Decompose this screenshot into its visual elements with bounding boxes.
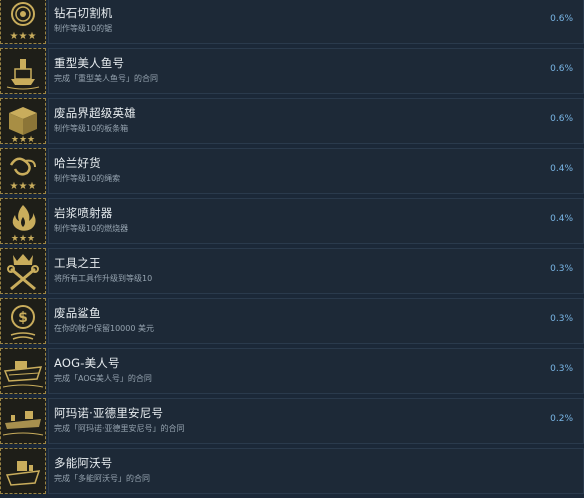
ship-icon [0, 348, 46, 394]
svg-text:★★★: ★★★ [11, 234, 35, 243]
achievement-description: 在你的帐户保留10000 美元 [54, 324, 154, 333]
achievement-info: 重型美人鱼号 完成「重型美人鱼号」的合同 0.6% [48, 48, 584, 94]
achievement-title: 岩浆喷射器 [54, 206, 113, 220]
achievement-row[interactable]: ★★★ 岩浆喷射器 制作等级10的燃烧器 0.4% [0, 198, 584, 244]
achievement-info: 废品界超级英雄 制作等级10的板条箱 0.6% [48, 98, 584, 144]
achievement-description: 完成「重型美人鱼号」的合同 [54, 74, 158, 83]
achievement-percent: 0.6% [550, 14, 573, 24]
achievement-description: 完成「AOG美人号」的合同 [54, 374, 152, 383]
achievement-title: 废品鲨鱼 [54, 306, 101, 320]
achievement-title: AOG-美人号 [54, 356, 120, 370]
achievement-row[interactable]: 多能阿沃号 完成「多能阿沃号」的合同 [0, 448, 584, 494]
svg-text:★★★: ★★★ [10, 31, 37, 42]
achievement-title: 废品界超级英雄 [54, 106, 136, 120]
achievement-title: 多能阿沃号 [54, 456, 113, 470]
achievement-row[interactable]: AOG-美人号 完成「AOG美人号」的合同 0.3% [0, 348, 584, 394]
svg-text:★★★: ★★★ [11, 135, 35, 143]
achievement-percent: 0.4% [550, 164, 573, 174]
achievement-percent: 0.2% [550, 414, 573, 424]
crown-tools-icon [0, 248, 46, 294]
dollar-coin-icon: $ [0, 298, 46, 344]
achievement-percent: 0.3% [550, 314, 573, 324]
achievement-description: 完成「阿玛诺·亚德里安尼号」的合同 [54, 424, 185, 433]
ship-icon [0, 48, 46, 94]
achievement-title: 重型美人鱼号 [54, 56, 125, 70]
rope-icon: ★★★ [0, 148, 46, 194]
achievement-description: 制作等级10的绳索 [54, 174, 121, 183]
achievement-description: 制作等级10的板条箱 [54, 124, 129, 133]
achievement-row[interactable]: ★★★ 哈兰好货 制作等级10的绳索 0.4% [0, 148, 584, 194]
saw-blade-icon: ★★★ [0, 0, 46, 44]
svg-text:★★★: ★★★ [10, 181, 37, 192]
achievement-percent: 0.3% [550, 364, 573, 374]
achievement-percent: 0.6% [550, 64, 573, 74]
svg-text:$: $ [18, 310, 28, 326]
achievement-row[interactable]: ★★★ 废品界超级英雄 制作等级10的板条箱 0.6% [0, 98, 584, 144]
achievement-title: 阿玛诺·亚德里安尼号 [54, 406, 164, 420]
achievement-title: 钻石切割机 [54, 6, 113, 20]
achievement-description: 将所有工具作升级到等级10 [54, 274, 153, 283]
achievement-info: 工具之王 将所有工具作升级到等级10 0.3% [48, 248, 584, 294]
ship-icon [0, 448, 46, 494]
achievement-title: 哈兰好货 [54, 156, 101, 170]
achievement-title: 工具之王 [54, 256, 101, 270]
flame-icon: ★★★ [0, 198, 46, 244]
achievement-info: 阿玛诺·亚德里安尼号 完成「阿玛诺·亚德里安尼号」的合同 0.2% [48, 398, 584, 444]
achievement-info: 岩浆喷射器 制作等级10的燃烧器 0.4% [48, 198, 584, 244]
achievement-row[interactable]: 工具之王 将所有工具作升级到等级10 0.3% [0, 248, 584, 294]
achievement-percent: 0.4% [550, 214, 573, 224]
achievement-row[interactable]: ★★★ 钻石切割机 制作等级10的锯 0.6% [0, 0, 584, 44]
achievement-percent: 0.3% [550, 264, 573, 274]
achievement-row[interactable]: 重型美人鱼号 完成「重型美人鱼号」的合同 0.6% [0, 48, 584, 94]
crate-icon: ★★★ [0, 98, 46, 144]
achievement-info: 多能阿沃号 完成「多能阿沃号」的合同 [48, 448, 584, 494]
achievement-list: ★★★ 钻石切割机 制作等级10的锯 0.6% 重型美人鱼号 完成「重型美人鱼号… [0, 0, 584, 498]
achievement-description: 制作等级10的锯 [54, 24, 113, 33]
achievement-description: 制作等级10的燃烧器 [54, 224, 129, 233]
achievement-info: 哈兰好货 制作等级10的绳索 0.4% [48, 148, 584, 194]
achievement-info: AOG-美人号 完成「AOG美人号」的合同 0.3% [48, 348, 584, 394]
achievement-percent: 0.6% [550, 114, 573, 124]
achievement-info: 废品鲨鱼 在你的帐户保留10000 美元 0.3% [48, 298, 584, 344]
ship-icon [0, 398, 46, 444]
achievement-info: 钻石切割机 制作等级10的锯 0.6% [48, 0, 584, 44]
achievement-row[interactable]: $ 废品鲨鱼 在你的帐户保留10000 美元 0.3% [0, 298, 584, 344]
achievement-row[interactable]: 阿玛诺·亚德里安尼号 完成「阿玛诺·亚德里安尼号」的合同 0.2% [0, 398, 584, 444]
achievement-description: 完成「多能阿沃号」的合同 [54, 474, 150, 483]
